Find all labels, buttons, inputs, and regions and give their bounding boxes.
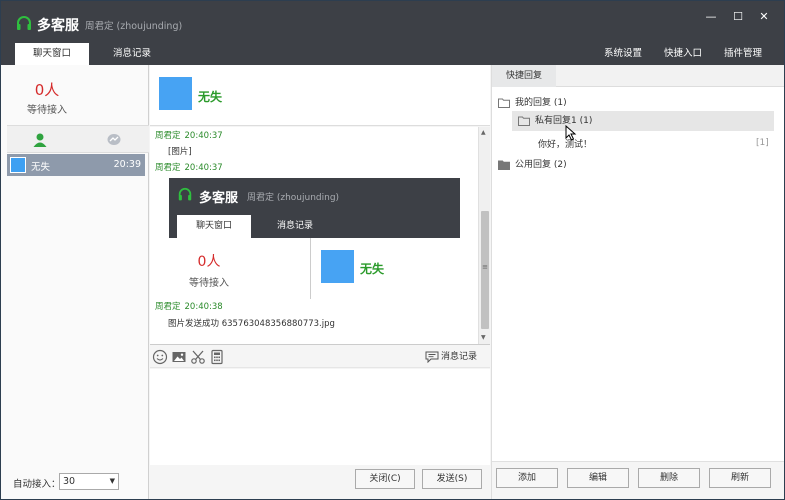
- close-window-button[interactable]: ✕: [754, 9, 774, 25]
- scroll-thumb[interactable]: ≡: [481, 211, 489, 329]
- avatar: [10, 157, 26, 173]
- tree-label: 私有回复1 (1): [535, 116, 593, 126]
- customer-name: 无失: [198, 90, 223, 104]
- scroll-down-icon[interactable]: ▼: [481, 334, 486, 341]
- message-meta: 周君定 20:40:37: [155, 161, 223, 173]
- session-name: 无失: [31, 162, 51, 173]
- nav-plugin-management[interactable]: 插件管理: [724, 45, 762, 59]
- person-icon[interactable]: [32, 132, 48, 148]
- message-sender: 周君定: [155, 302, 181, 312]
- image-divider: [310, 238, 311, 299]
- headset-logo-icon: [17, 16, 31, 30]
- chat-panel: 无失 周君定 20:40:37 [图片] 周君定 20:40:37 多客服 周君定: [150, 65, 490, 499]
- session-time: 20:39: [113, 159, 141, 170]
- app-window: 多客服 周君定 (zhoujunding) — ☐ ✕ 聊天窗口 消息记录 系统…: [0, 0, 785, 500]
- image-waiting-count: 0人: [197, 254, 221, 270]
- message-time: 20:40:37: [184, 163, 223, 173]
- chevron-down-icon: ▼: [109, 477, 115, 485]
- messenger-icon[interactable]: [106, 132, 122, 148]
- chat-bubble-icon: [425, 351, 439, 363]
- nav-system-settings[interactable]: 系统设置: [604, 45, 642, 59]
- tree-folder-private-reply[interactable]: 私有回复1 (1): [512, 111, 774, 131]
- quick-reply-panel: 快捷回复 我的回复 (1) 私有回复1 (1) 你好，测试！ [1] 公用回复 …: [491, 65, 784, 499]
- customer-avatar: [159, 77, 192, 110]
- auto-accept-select[interactable]: 30 ▼: [59, 473, 119, 490]
- tree-folder-my-replies[interactable]: 我的回复 (1): [498, 95, 567, 108]
- title-bar: 多客服 周君定 (zhoujunding) — ☐ ✕ 聊天窗口 消息记录 系统…: [1, 1, 784, 65]
- tab-strip: [556, 65, 784, 87]
- auto-accept-label: 自动接入：: [13, 479, 61, 490]
- image-title-bar: 多客服 周君定 (zhoujunding) 聊天窗口 消息记录: [169, 178, 460, 238]
- headset-logo-icon: [178, 187, 192, 201]
- mouse-cursor-icon: [565, 125, 577, 141]
- reply-use-count: [1]: [756, 138, 769, 148]
- tab-chat-window[interactable]: 聊天窗口: [15, 43, 89, 65]
- tab-quick-reply[interactable]: 快捷回复: [492, 65, 556, 87]
- app-title: 多客服: [37, 18, 79, 34]
- waiting-label: 等待接入: [27, 105, 67, 116]
- session-tabs: [7, 125, 149, 153]
- send-button[interactable]: 发送(S): [422, 469, 482, 489]
- message-meta: 周君定 20:40:38: [155, 300, 223, 312]
- message-time: 20:40:37: [184, 131, 223, 141]
- tree-folder-public-replies[interactable]: 公用回复 (2): [498, 157, 567, 170]
- message-meta: 周君定 20:40:37: [155, 129, 223, 141]
- message-list: 周君定 20:40:37 [图片] 周君定 20:40:37 多客服 周君定 (zh…: [150, 127, 490, 345]
- image-waiting-label: 等待接入: [189, 278, 229, 289]
- folder-icon: [518, 116, 530, 126]
- scroll-up-icon[interactable]: ▲: [481, 129, 486, 136]
- tree-label: 公用回复 (2): [515, 160, 567, 170]
- message-history-button[interactable]: 消息记录: [425, 349, 477, 363]
- auto-accept-value: 30: [63, 476, 76, 487]
- message-scrollbar[interactable]: ▲ ≡ ▼: [478, 127, 490, 344]
- edit-button[interactable]: 编辑: [567, 468, 629, 488]
- tab-message-history[interactable]: 消息记录: [99, 43, 165, 65]
- folder-icon: [498, 160, 510, 170]
- current-user: 周君定 (zhoujunding): [85, 21, 183, 32]
- session-list-item[interactable]: 无失 20:39: [7, 154, 145, 176]
- calculator-icon[interactable]: [209, 349, 225, 365]
- tree-label: 我的回复 (1): [515, 98, 567, 108]
- emoji-icon[interactable]: [152, 349, 168, 365]
- image-tab-chat: 聊天窗口: [177, 215, 251, 238]
- message-input[interactable]: [150, 369, 490, 465]
- add-button[interactable]: 添加: [496, 468, 558, 488]
- image-avatar: [321, 250, 354, 283]
- message-sender: 周君定: [155, 131, 181, 141]
- message-text: [图片]: [168, 147, 192, 157]
- image-tab-history: 消息记录: [276, 221, 313, 231]
- image-user: 周君定 (zhoujunding): [247, 193, 340, 203]
- refresh-button[interactable]: 刷新: [709, 468, 771, 488]
- message-history-label: 消息记录: [441, 352, 478, 362]
- chat-header: 无失: [150, 65, 490, 126]
- session-panel: 0人 等待接入 无失 20:39 自动接入： 30 ▼: [1, 65, 149, 499]
- message-time: 20:40:38: [184, 302, 223, 312]
- reply-text: 你好，测试！: [538, 140, 593, 150]
- folder-icon: [498, 98, 510, 108]
- scissors-icon[interactable]: [190, 349, 206, 365]
- image-icon[interactable]: [171, 349, 187, 365]
- grip-icon: ≡: [482, 263, 488, 271]
- input-toolbar: 消息记录: [150, 346, 490, 368]
- waiting-count: 0人: [34, 81, 60, 99]
- minimize-button[interactable]: —: [701, 9, 721, 25]
- close-chat-button[interactable]: 关闭(C): [355, 469, 415, 489]
- delete-button[interactable]: 删除: [638, 468, 700, 488]
- message-image[interactable]: 多客服 周君定 (zhoujunding) 聊天窗口 消息记录 0人 等待接入 …: [169, 178, 460, 299]
- maximize-button[interactable]: ☐: [728, 9, 748, 25]
- message-text: 图片发送成功 635763048356880773.jpg: [168, 319, 335, 329]
- quick-reply-actions: 添加 编辑 删除 刷新: [492, 461, 784, 499]
- nav-quick-entry[interactable]: 快捷入口: [664, 45, 702, 59]
- message-sender: 周君定: [155, 163, 181, 173]
- image-app-title: 多客服: [199, 191, 239, 206]
- image-customer-name: 无失: [360, 262, 385, 276]
